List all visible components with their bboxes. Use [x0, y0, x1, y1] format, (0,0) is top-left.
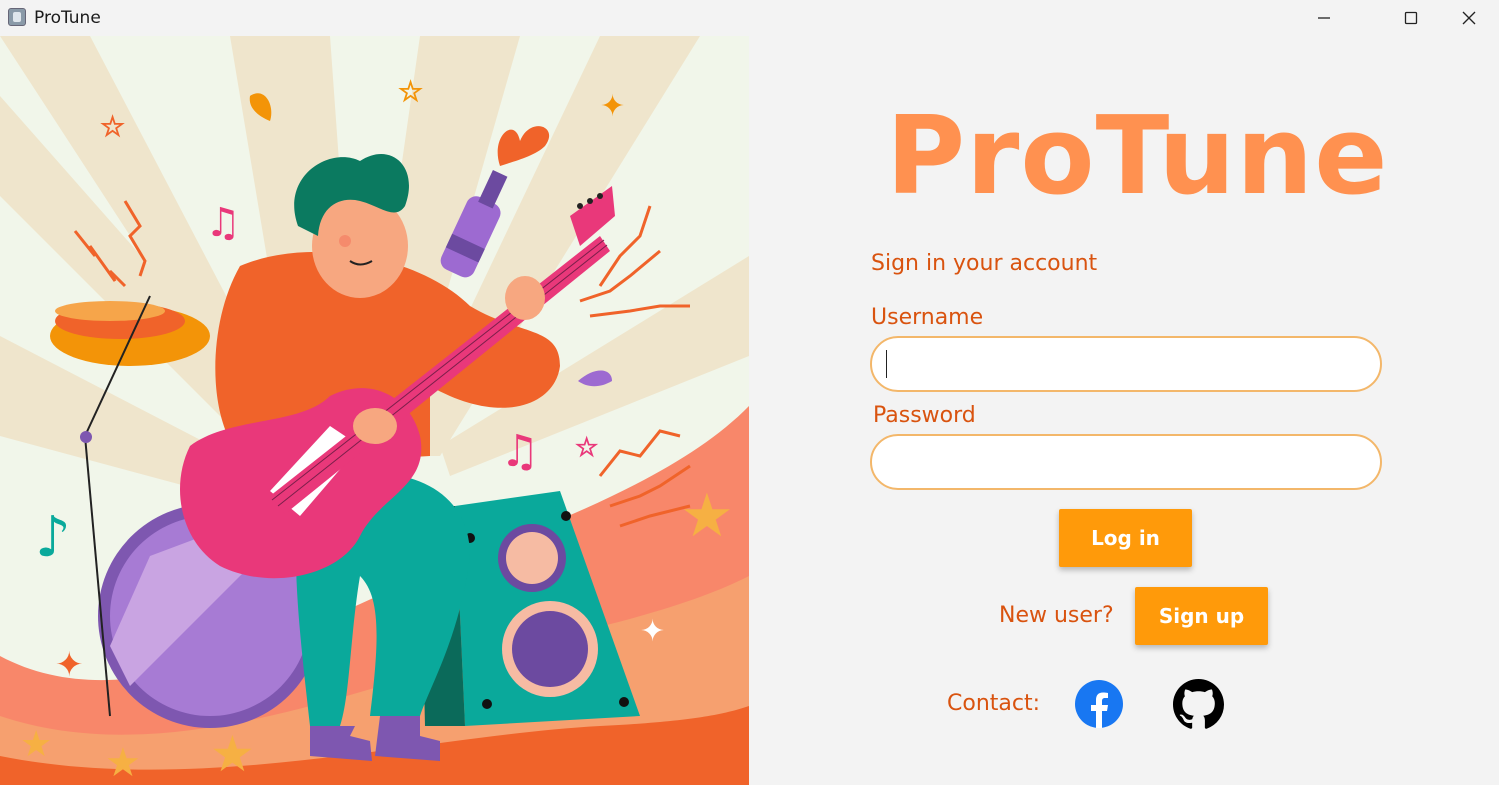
github-icon[interactable] [1173, 679, 1224, 730]
text-caret [886, 350, 887, 378]
username-label: Username [871, 305, 984, 330]
svg-text:✦: ✦ [640, 614, 665, 649]
svg-text:♪: ♪ [35, 505, 71, 570]
guitarist-illustration: ♫ ♫ ♪ ✦ ✦ ✦ ★ ★ ★ ★ ☆ ☆ ☆ [0, 36, 749, 785]
svg-text:☆: ☆ [575, 433, 598, 463]
facebook-icon[interactable] [1075, 680, 1123, 728]
svg-text:☆: ☆ [398, 75, 423, 108]
contact-label: Contact: [947, 691, 1041, 716]
brand-title: ProTune [886, 94, 1389, 219]
minimize-icon [1318, 17, 1330, 19]
svg-text:☆: ☆ [100, 110, 125, 143]
svg-text:★: ★ [105, 740, 141, 785]
window-title: ProTune [34, 8, 101, 28]
svg-text:✦: ✦ [600, 89, 625, 124]
sign-in-subtitle: Sign in your account [871, 251, 1098, 276]
password-field[interactable] [870, 434, 1382, 490]
close-button[interactable] [1440, 0, 1498, 36]
svg-text:★: ★ [210, 725, 255, 783]
maximize-button[interactable] [1382, 0, 1440, 36]
app-icon [8, 8, 26, 26]
username-field[interactable] [870, 336, 1382, 392]
login-button[interactable]: Log in [1059, 509, 1192, 567]
close-icon [1462, 11, 1476, 25]
title-bar: ProTune [0, 0, 1499, 36]
minimize-button[interactable] [1295, 0, 1353, 36]
signup-button[interactable]: Sign up [1135, 587, 1268, 645]
svg-text:♫: ♫ [205, 200, 241, 246]
svg-text:✦: ✦ [55, 645, 84, 685]
new-user-text: New user? [999, 603, 1114, 628]
password-label: Password [873, 403, 976, 428]
svg-text:★: ★ [680, 481, 734, 551]
svg-text:★: ★ [20, 724, 52, 765]
svg-text:♫: ♫ [500, 426, 539, 477]
maximize-icon [1404, 11, 1418, 25]
